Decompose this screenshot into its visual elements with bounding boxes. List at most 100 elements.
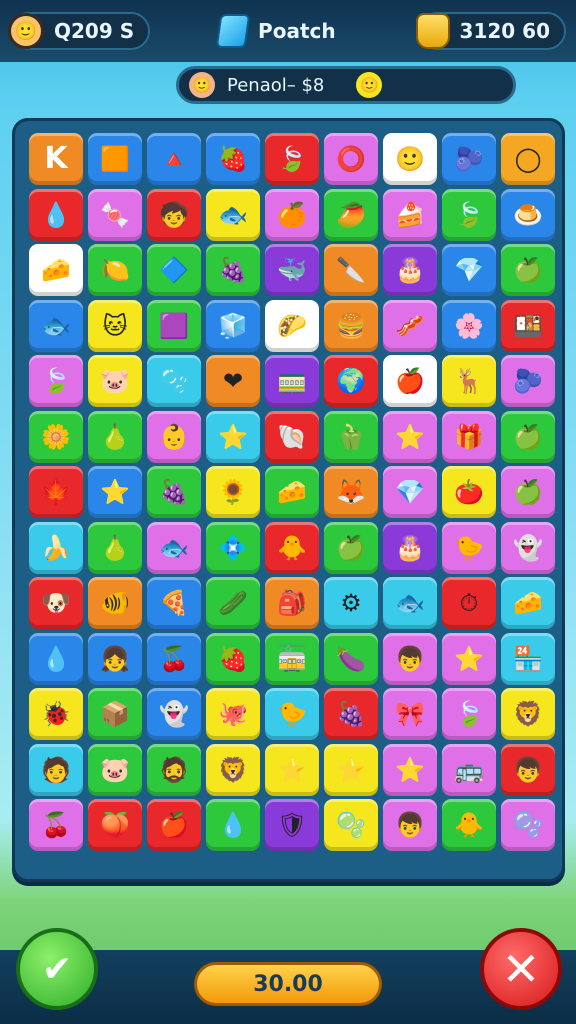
board-tile[interactable]: 🫧 xyxy=(147,355,201,407)
board-tile[interactable]: 🎒 xyxy=(265,577,319,629)
board-tile[interactable]: 🎁 xyxy=(442,410,496,463)
board-tile[interactable]: 🥓 xyxy=(383,299,437,352)
board-tile[interactable]: 🍐 xyxy=(88,521,142,574)
board-tile[interactable]: 🏪 xyxy=(501,632,555,685)
board-tile[interactable]: 👻 xyxy=(147,688,201,740)
board-tile[interactable]: 🧀 xyxy=(29,244,83,296)
score-button[interactable]: 30.00 xyxy=(194,962,382,1006)
board-tile[interactable]: ⭐ xyxy=(88,466,142,518)
board-tile[interactable]: 🍁 xyxy=(29,466,83,518)
board-tile[interactable]: 🐚 xyxy=(265,410,319,463)
board-tile[interactable]: 🦁 xyxy=(501,688,555,740)
board-tile[interactable]: 🍇 xyxy=(324,688,378,740)
board-tile[interactable]: 👦 xyxy=(383,799,437,851)
board-tile[interactable]: 💎 xyxy=(442,244,496,296)
board-tile[interactable]: 🚃 xyxy=(265,355,319,407)
board-tile[interactable]: 🧀 xyxy=(265,466,319,518)
board-tile[interactable]: 🍆 xyxy=(324,632,378,685)
board-tile[interactable]: 🐥 xyxy=(265,521,319,574)
board-tile[interactable]: 🐶 xyxy=(29,577,83,629)
board-tile[interactable]: 💧 xyxy=(29,188,83,241)
board-tile[interactable]: 🌼 xyxy=(29,410,83,463)
board-tile[interactable]: 🐷 xyxy=(88,355,142,407)
board-tile[interactable]: 🧑 xyxy=(29,743,83,796)
board-tile[interactable]: 🔺 xyxy=(147,133,201,185)
board-tile[interactable]: 🥒 xyxy=(206,577,260,629)
board-tile[interactable]: 👦 xyxy=(501,743,555,796)
board-tile[interactable]: 🍒 xyxy=(29,799,83,851)
board-tile[interactable]: ⚙ xyxy=(324,577,378,629)
board-tile[interactable]: 🛡 xyxy=(265,799,319,851)
board-tile[interactable]: 💎 xyxy=(383,466,437,518)
board-tile[interactable]: 🦁 xyxy=(206,743,260,796)
board-tile[interactable]: 💠 xyxy=(206,521,260,574)
board-tile[interactable]: ⭐ xyxy=(324,743,378,796)
board-tile[interactable]: 📦 xyxy=(88,688,142,740)
board-tile[interactable]: 🍱 xyxy=(501,299,555,352)
board-tile[interactable]: 🫧 xyxy=(501,799,555,851)
board-tile[interactable]: 🍏 xyxy=(501,410,555,463)
board-tile[interactable]: 🌮 xyxy=(265,299,319,352)
board-tile[interactable]: 🍬 xyxy=(88,188,142,241)
board-tile[interactable]: 🐞 xyxy=(29,688,83,740)
board-tile[interactable]: 💧 xyxy=(206,799,260,851)
board-tile[interactable]: 🧀 xyxy=(501,577,555,629)
board-tile[interactable]: 👻 xyxy=(501,521,555,574)
board-tile[interactable]: 🎀 xyxy=(383,688,437,740)
board-tile[interactable]: 🍏 xyxy=(324,521,378,574)
board-tile[interactable]: 🚌 xyxy=(442,743,496,796)
board-tile[interactable]: 🐥 xyxy=(442,799,496,851)
board-tile[interactable]: 🍓 xyxy=(206,632,260,685)
board-tile[interactable]: 🍓 xyxy=(206,133,260,185)
board-tile[interactable]: 🍇 xyxy=(206,244,260,296)
board-tile[interactable]: ⏱ xyxy=(442,577,496,629)
board-tile[interactable]: 🍔 xyxy=(324,299,378,352)
board-tile[interactable]: 🍕 xyxy=(147,577,201,629)
board-tile[interactable]: 🍌 xyxy=(29,521,83,574)
confirm-button[interactable]: ✔ xyxy=(16,928,98,1010)
board-tile[interactable]: 🌸 xyxy=(442,299,496,352)
board-tile[interactable]: ⭐ xyxy=(265,743,319,796)
board-tile[interactable]: 🍰 xyxy=(383,188,437,241)
board-tile[interactable]: 🐳 xyxy=(265,244,319,296)
board-tile[interactable]: 🍃 xyxy=(442,188,496,241)
board-tile[interactable]: 👦 xyxy=(383,632,437,685)
board-tile[interactable]: ⭕ xyxy=(324,133,378,185)
board-tile[interactable]: 💧 xyxy=(29,632,83,685)
board-tile[interactable]: 🍮 xyxy=(501,188,555,241)
board-tile[interactable]: 🐟 xyxy=(147,521,201,574)
board-tile[interactable]: 👶 xyxy=(147,410,201,463)
board-tile[interactable]: 🍎 xyxy=(147,799,201,851)
board-tile[interactable]: 🎂 xyxy=(383,521,437,574)
board-tile[interactable]: 🔪 xyxy=(324,244,378,296)
board-tile[interactable]: ⭐ xyxy=(383,410,437,463)
board-tile[interactable]: 🍃 xyxy=(265,133,319,185)
board-tile[interactable]: 🫧 xyxy=(324,799,378,851)
player-stats-pill[interactable]: 🙂 Q209 S xyxy=(8,12,151,50)
board-tile[interactable]: 🟪 xyxy=(147,299,201,352)
board-tile[interactable]: 🚋 xyxy=(265,632,319,685)
close-button[interactable]: ✕ xyxy=(480,928,562,1010)
board-tile[interactable]: 🍋 xyxy=(88,244,142,296)
board-tile[interactable]: 🌻 xyxy=(206,466,260,518)
board-tile[interactable]: 🍊 xyxy=(265,188,319,241)
board-tile[interactable]: 🧔 xyxy=(147,743,201,796)
board-tile[interactable]: 🐙 xyxy=(206,688,260,740)
board-tile[interactable]: 🐱 xyxy=(88,299,142,352)
board-tile[interactable]: 🍏 xyxy=(501,466,555,518)
board-tile[interactable]: K xyxy=(29,133,83,185)
board-tile[interactable]: ❤ xyxy=(206,355,260,407)
board-tile[interactable]: ⭐ xyxy=(442,632,496,685)
board-tile[interactable]: 🔷 xyxy=(147,244,201,296)
board-tile[interactable]: 🫑 xyxy=(324,410,378,463)
board-tile[interactable]: 🧒 xyxy=(147,188,201,241)
board-tile[interactable]: 🦊 xyxy=(324,466,378,518)
board-tile[interactable]: 🍐 xyxy=(88,410,142,463)
board-tile[interactable]: 🐠 xyxy=(88,577,142,629)
board-tile[interactable]: ◯ xyxy=(501,133,555,185)
board-tile[interactable]: 🥭 xyxy=(324,188,378,241)
board-tile[interactable]: 🍑 xyxy=(88,799,142,851)
board-tile[interactable]: 🟧 xyxy=(88,133,142,185)
board-tile[interactable]: 🎂 xyxy=(383,244,437,296)
board-tile[interactable]: 🍒 xyxy=(147,632,201,685)
